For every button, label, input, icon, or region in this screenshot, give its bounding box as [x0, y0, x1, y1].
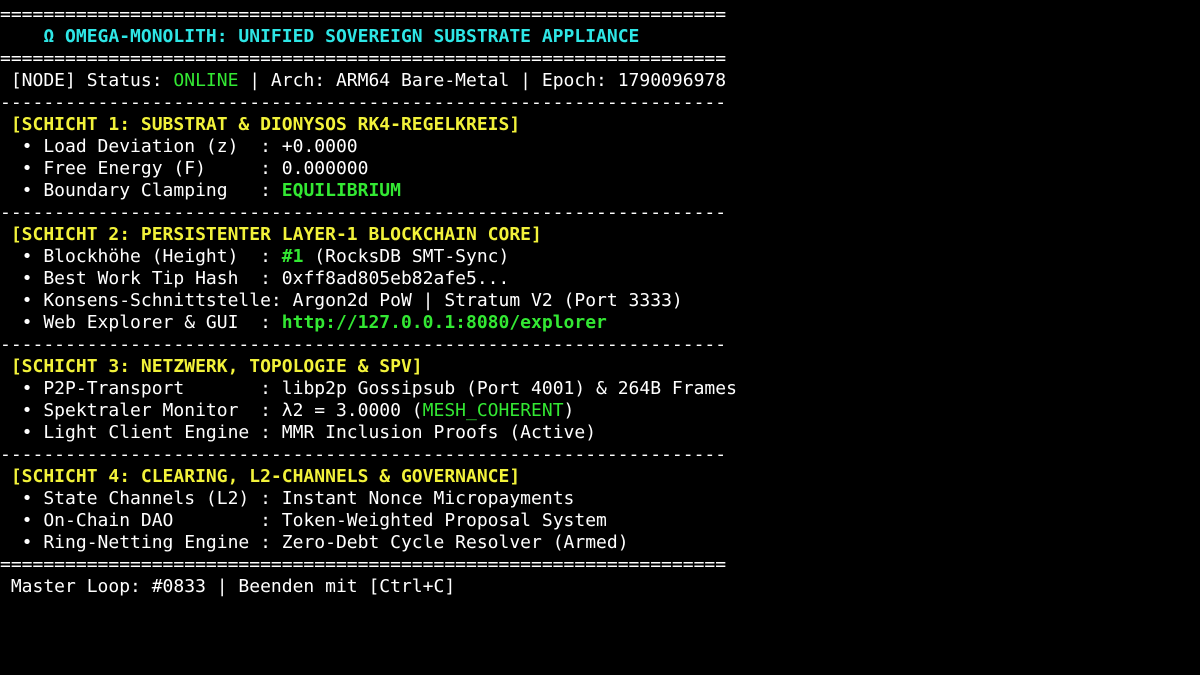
layer2-row-consensus: • Konsens-Schnittstelle: Argon2d PoW | S…	[0, 290, 1200, 312]
row-value: 0.000000	[281, 158, 369, 179]
row-value: libp2p Gossipsub (Port 4001) & 264B Fram…	[281, 378, 737, 399]
layer1-row-boundary-clamping: • Boundary Clamping : EQUILIBRIUM	[0, 180, 1200, 202]
row-label: • Spektraler Monitor :	[0, 400, 282, 421]
row-value: Instant Nonce Micropayments	[281, 488, 575, 509]
block-height-value: #1	[281, 246, 304, 267]
row-label: • P2P-Transport :	[0, 378, 282, 399]
row-value: Token-Weighted Proposal System	[281, 510, 607, 531]
double-rule: ========================================…	[0, 48, 726, 69]
row-value: Argon2d PoW | Stratum V2 (Port 3333)	[292, 290, 683, 311]
row-value: MMR Inclusion Proofs (Active)	[281, 422, 597, 443]
single-rule: ----------------------------------------…	[0, 92, 726, 113]
row-label: • Best Work Tip Hash :	[0, 268, 282, 289]
single-rule: ----------------------------------------…	[0, 202, 726, 223]
single-rule: ----------------------------------------…	[0, 334, 726, 355]
row-label: • Boundary Clamping :	[0, 180, 282, 201]
row-label: • State Channels (L2) :	[0, 488, 282, 509]
footer-status: Master Loop: #0833 | Beenden mit [Ctrl+C…	[0, 576, 456, 597]
row-value: (RocksDB SMT-Sync)	[303, 246, 510, 267]
double-rule: ========================================…	[0, 554, 726, 575]
status-prefix: [NODE] Status:	[0, 70, 174, 91]
layer4-row-dao: • On-Chain DAO : Token-Weighted Proposal…	[0, 510, 1200, 532]
double-rule: ========================================…	[0, 4, 726, 25]
page-title: Ω OMEGA-MONOLITH: UNIFIED SOVEREIGN SUBS…	[0, 26, 640, 47]
row-value: Zero-Debt Cycle Resolver (Armed)	[281, 532, 629, 553]
single-rule: ----------------------------------------…	[0, 444, 726, 465]
layer2-row-explorer: • Web Explorer & GUI : http://127.0.0.1:…	[0, 312, 1200, 334]
row-value: )	[563, 400, 575, 421]
layer3-row-p2p: • P2P-Transport : libp2p Gossipsub (Port…	[0, 378, 1200, 400]
layer1-heading: [SCHICHT 1: SUBSTRAT & DIONYSOS RK4-REGE…	[0, 114, 521, 135]
status-badge: ONLINE	[173, 70, 239, 91]
status-suffix: | Arch: ARM64 Bare-Metal | Epoch: 179009…	[238, 70, 727, 91]
layer3-row-light-client: • Light Client Engine : MMR Inclusion Pr…	[0, 422, 1200, 444]
row-label: • Ring-Netting Engine :	[0, 532, 282, 553]
row-label: • Light Client Engine :	[0, 422, 282, 443]
terminal-output: ========================================…	[0, 4, 1200, 598]
layer4-heading: [SCHICHT 4: CLEARING, L2-CHANNELS & GOVE…	[0, 466, 521, 487]
node-status-line: [NODE] Status: ONLINE | Arch: ARM64 Bare…	[0, 70, 1200, 92]
mesh-state-badge: MESH_COHERENT	[422, 400, 564, 421]
layer3-row-spectral: • Spektraler Monitor : λ2 = 3.0000 (MESH…	[0, 400, 1200, 422]
row-label: • Load Deviation (z) :	[0, 136, 282, 157]
row-label: • On-Chain DAO :	[0, 510, 282, 531]
boundary-status-badge: EQUILIBRIUM	[281, 180, 401, 201]
row-label: • Blockhöhe (Height) :	[0, 246, 282, 267]
layer4-row-ring-netting: • Ring-Netting Engine : Zero-Debt Cycle …	[0, 532, 1200, 554]
layer4-row-state-channels: • State Channels (L2) : Instant Nonce Mi…	[0, 488, 1200, 510]
tip-hash-value: 0xff8ad805eb82afe5...	[281, 268, 510, 289]
layer2-row-height: • Blockhöhe (Height) : #1 (RocksDB SMT-S…	[0, 246, 1200, 268]
row-label: • Free Energy (F) :	[0, 158, 282, 179]
layer2-heading: [SCHICHT 2: PERSISTENTER LAYER-1 BLOCKCH…	[0, 224, 542, 245]
layer2-row-tip-hash: • Best Work Tip Hash : 0xff8ad805eb82afe…	[0, 268, 1200, 290]
row-label: • Web Explorer & GUI :	[0, 312, 282, 333]
row-label: • Konsens-Schnittstelle:	[0, 290, 293, 311]
row-value: +0.0000	[281, 136, 358, 157]
explorer-link[interactable]: http://127.0.0.1:8080/explorer	[282, 312, 607, 333]
layer3-heading: [SCHICHT 3: NETZWERK, TOPOLOGIE & SPV]	[0, 356, 423, 377]
layer1-row-free-energy: • Free Energy (F) : 0.000000	[0, 158, 1200, 180]
row-value: λ2 = 3.0000 (	[281, 400, 423, 421]
layer1-row-load-deviation: • Load Deviation (z) : +0.0000	[0, 136, 1200, 158]
